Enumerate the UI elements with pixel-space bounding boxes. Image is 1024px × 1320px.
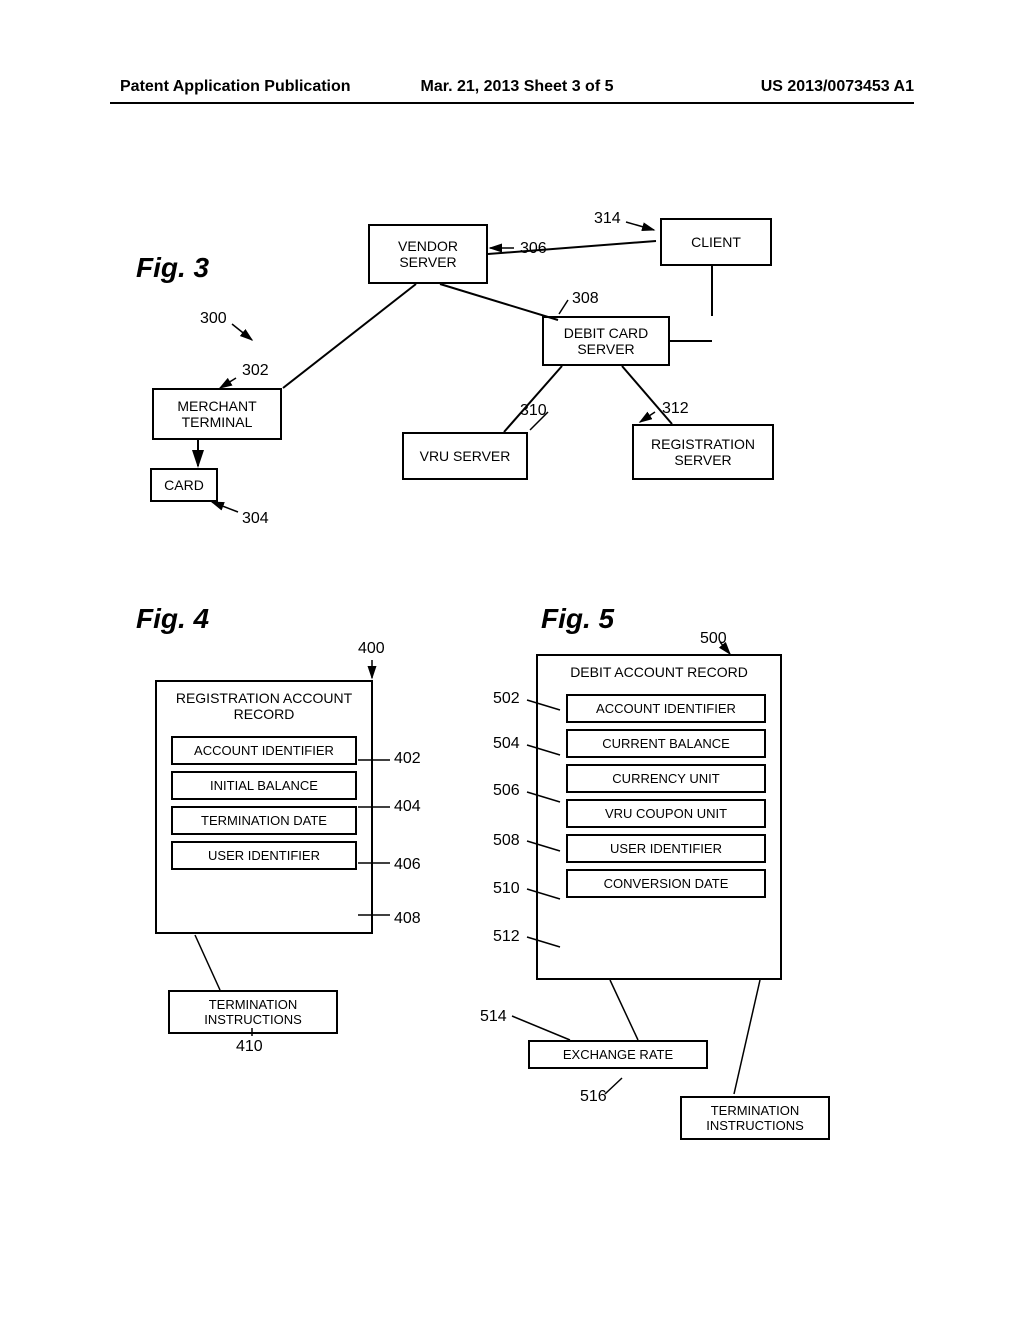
ref-400: 400 xyxy=(358,640,385,658)
ref-304: 304 xyxy=(242,510,269,528)
fig5-field-510: USER IDENTIFIER xyxy=(566,834,766,863)
fig4-field-408: USER IDENTIFIER xyxy=(171,841,357,870)
ref-306: 306 xyxy=(520,240,547,258)
vru-server-box: VRU SERVER xyxy=(402,432,528,480)
header-right: US 2013/0073453 A1 xyxy=(649,78,914,96)
ref-402: 402 xyxy=(394,750,421,768)
diagram-lines xyxy=(0,0,1024,1320)
merchant-terminal-box: MERCHANT TERMINAL xyxy=(152,388,282,440)
fig5-field-502: ACCOUNT IDENTIFIER xyxy=(566,694,766,723)
fig4-record-title: REGISTRATION ACCOUNT RECORD xyxy=(157,682,371,730)
fig5-termination-box: TERMINATION INSTRUCTIONS xyxy=(680,1096,830,1140)
fig3-title: Fig. 3 xyxy=(136,252,209,284)
fig4-field-402: ACCOUNT IDENTIFIER xyxy=(171,736,357,765)
header-left: Patent Application Publication xyxy=(120,78,385,96)
ref-410: 410 xyxy=(236,1038,263,1056)
fig5-exchange-rate-box: EXCHANGE RATE xyxy=(528,1040,708,1069)
ref-314: 314 xyxy=(594,210,621,228)
fig5-title: Fig. 5 xyxy=(541,603,614,635)
ref-302: 302 xyxy=(242,362,269,380)
ref-500: 500 xyxy=(700,630,727,648)
ref-510: 510 xyxy=(493,880,520,898)
ref-404: 404 xyxy=(394,798,421,816)
fig4-termination-box: TERMINATION INSTRUCTIONS xyxy=(168,990,338,1034)
ref-406: 406 xyxy=(394,856,421,874)
ref-512: 512 xyxy=(493,928,520,946)
ref-502: 502 xyxy=(493,690,520,708)
fig5-record-title: DEBIT ACCOUNT RECORD xyxy=(538,656,780,688)
ref-506: 506 xyxy=(493,782,520,800)
ref-312: 312 xyxy=(662,400,689,418)
client-box: CLIENT xyxy=(660,218,772,266)
vendor-server-box: VENDOR SERVER xyxy=(368,224,488,284)
ref-504: 504 xyxy=(493,735,520,753)
fig5-record-box: DEBIT ACCOUNT RECORD ACCOUNT IDENTIFIER … xyxy=(536,654,782,980)
ref-310: 310 xyxy=(520,402,547,420)
fig4-field-406: TERMINATION DATE xyxy=(171,806,357,835)
ref-300: 300 xyxy=(200,310,227,328)
ref-514: 514 xyxy=(480,1008,507,1026)
fig4-record-box: REGISTRATION ACCOUNT RECORD ACCOUNT IDEN… xyxy=(155,680,373,934)
fig4-field-404: INITIAL BALANCE xyxy=(171,771,357,800)
card-box: CARD xyxy=(150,468,218,502)
ref-516: 516 xyxy=(580,1088,607,1106)
fig5-field-506: CURRENCY UNIT xyxy=(566,764,766,793)
header-rule xyxy=(110,102,914,104)
ref-308: 308 xyxy=(572,290,599,308)
header-mid: Mar. 21, 2013 Sheet 3 of 5 xyxy=(385,78,650,96)
fig5-field-512: CONVERSION DATE xyxy=(566,869,766,898)
fig5-field-504: CURRENT BALANCE xyxy=(566,729,766,758)
registration-server-box: REGISTRATION SERVER xyxy=(632,424,774,480)
ref-408: 408 xyxy=(394,910,421,928)
page: Patent Application Publication Mar. 21, … xyxy=(0,0,1024,1320)
header: Patent Application Publication Mar. 21, … xyxy=(0,78,1024,96)
fig4-title: Fig. 4 xyxy=(136,603,209,635)
ref-508: 508 xyxy=(493,832,520,850)
fig5-field-508: VRU COUPON UNIT xyxy=(566,799,766,828)
debit-card-server-box: DEBIT CARD SERVER xyxy=(542,316,670,366)
